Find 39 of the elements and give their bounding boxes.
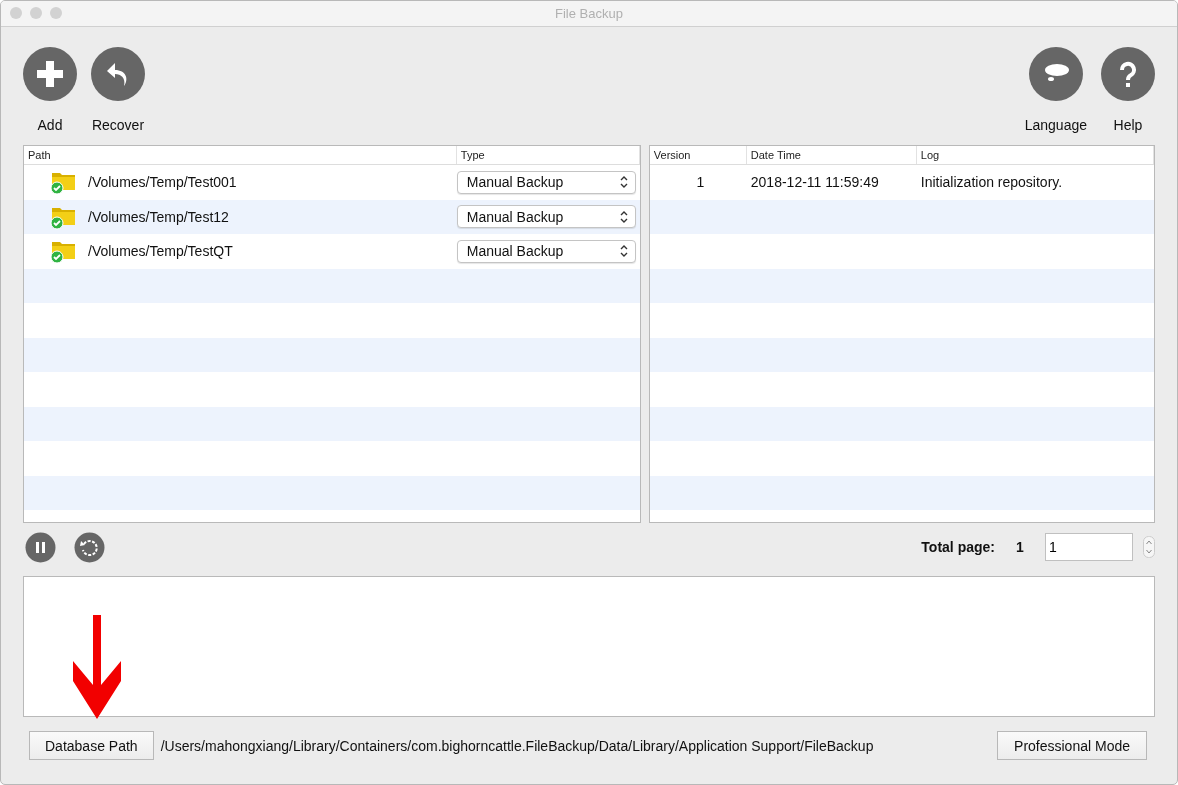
column-header: Date Time [746, 146, 917, 164]
column-header: Type [456, 146, 640, 164]
path-text: /Volumes/Temp/Test12 [87, 208, 229, 225]
type-dropdown[interactable]: Manual Backup [456, 239, 636, 263]
type-dropdown[interactable]: Manual Backup [456, 205, 636, 229]
version-cell-text: 1 [695, 174, 706, 191]
pager-label: Total page: [921, 539, 995, 555]
database-path-button[interactable]: Database Path [29, 731, 154, 760]
speech-bubble-icon [1028, 47, 1083, 101]
chevron-updown-icon [618, 209, 629, 224]
window-zoom-button[interactable] [50, 7, 62, 19]
toolbar-button[interactable]: Help [1101, 47, 1155, 145]
toolbar-button[interactable]: Recover [91, 47, 145, 145]
column-header: Version [649, 146, 747, 164]
pause-icon [25, 531, 56, 563]
refresh-icon [74, 531, 105, 563]
professional-mode-button[interactable]: Professional Mode [997, 731, 1147, 760]
window-minimize-button[interactable] [30, 7, 42, 19]
column-header: Path [24, 146, 457, 164]
window-close-button[interactable] [10, 7, 22, 19]
chevron-updown-icon [618, 175, 629, 190]
help-icon [1101, 47, 1155, 101]
column-header: Log [916, 146, 1154, 164]
plus-icon [23, 47, 77, 101]
log-cell-text: Initialization repository. [919, 174, 1064, 191]
page-stepper[interactable] [1143, 536, 1155, 558]
pause-button[interactable] [25, 531, 56, 563]
toolbar-button[interactable]: Language [1024, 47, 1087, 145]
chevron-updown-icon [618, 244, 629, 259]
type-dropdown[interactable]: Manual Backup [456, 170, 636, 194]
toolbar-button[interactable]: Add [23, 47, 77, 145]
refresh-button[interactable] [74, 531, 105, 563]
path-text: /Volumes/Temp/TestQT [87, 243, 233, 260]
date-cell-text: 2018-12-11 11:59:49 [749, 174, 880, 191]
total-pages: 1 [1015, 539, 1025, 555]
window-title: File Backup [555, 6, 623, 21]
page-input[interactable]: 1 [1045, 533, 1133, 561]
path-text: /Volumes/Temp/Test001 [87, 174, 237, 191]
database-path-text: /Users/mahongxiang/Library/Containers/com.bighorncattle.FileBackup/Data/Library/Application Support/FileBackup [160, 737, 875, 754]
